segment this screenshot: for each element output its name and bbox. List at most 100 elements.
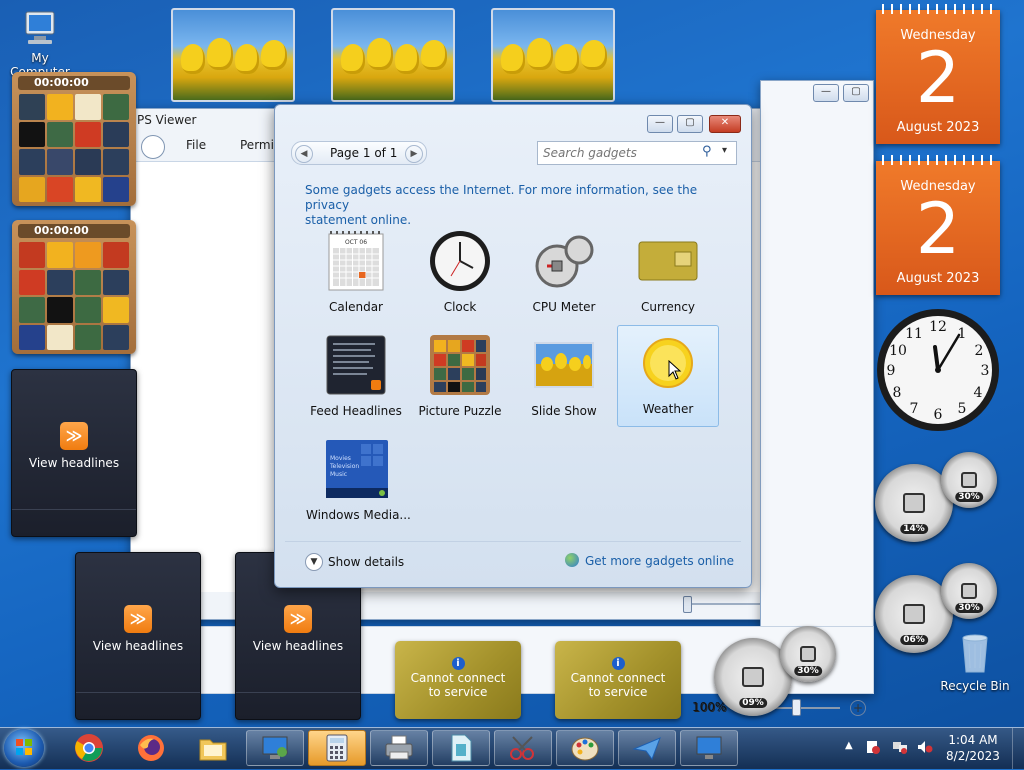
feed-headlines-gadget[interactable]: ≫ View headlines — [11, 369, 137, 537]
calendar-icon: OCT 06 — [325, 230, 387, 292]
svg-text:9: 9 — [887, 363, 896, 379]
volume-muted-icon[interactable] — [917, 740, 933, 754]
gadget-gallery-window[interactable]: — ▢ ✕ ◀ Page 1 of 1 ▶ ⚲ ▾ Some gadgets a… — [274, 104, 752, 588]
feed-headlines-gadget[interactable]: ≫ View headlines — [75, 552, 201, 720]
gadget-picture-puzzle[interactable]: Picture Puzzle — [409, 327, 511, 429]
search-icon[interactable]: ⚲ — [702, 144, 712, 159]
media-line: Movies — [330, 455, 351, 462]
windows-logo-icon — [16, 739, 32, 755]
page-label: Page 1 of 1 — [330, 146, 398, 160]
gadget-name: Calendar — [329, 300, 383, 314]
currency-icon — [637, 230, 699, 292]
gadget-name: Windows Media... — [306, 508, 411, 522]
clock-gadget[interactable]: 12 1 2 345 678 9 10 11 — [875, 307, 1001, 433]
cpu-meter-gadget[interactable]: 09% 30% — [714, 626, 839, 716]
zoom-thumb[interactable] — [683, 596, 692, 613]
gadget-feed-headlines[interactable]: Feed Headlines — [305, 327, 407, 429]
memory-percent: 30% — [955, 492, 983, 502]
gadget-currency[interactable]: Currency — [617, 223, 719, 325]
back-circle-icon[interactable] — [141, 135, 165, 159]
currency-error-line1: Cannot connect — [410, 671, 506, 685]
tray-clock[interactable]: 1:04 AM 8/2/2023 — [944, 732, 1002, 764]
svg-text:7: 7 — [910, 401, 919, 417]
tray-time: 1:04 AM — [948, 733, 998, 747]
calendar-gadget[interactable]: Wednesday 2 August 2023 — [876, 4, 1000, 144]
svg-text:6: 6 — [934, 407, 943, 423]
computer-icon — [262, 736, 288, 759]
taskbar-fax-scan[interactable] — [370, 730, 428, 766]
currency-gadget[interactable]: i Cannot connect to service — [555, 641, 681, 719]
show-hidden-icons[interactable]: ▲ — [845, 740, 853, 751]
network-icon[interactable] — [892, 740, 908, 754]
taskbar-remote-desktop[interactable] — [246, 730, 304, 766]
close-button[interactable]: ✕ — [709, 115, 741, 133]
calendar-rings — [882, 4, 994, 14]
currency-error-line1: Cannot connect — [570, 671, 666, 685]
view-headlines-label[interactable]: View headlines — [12, 456, 136, 470]
memory-chip-icon — [800, 646, 816, 662]
next-page-button[interactable]: ▶ — [405, 145, 423, 163]
maximize-button[interactable]: ▢ — [843, 84, 869, 102]
taskbar-chrome[interactable] — [60, 730, 118, 766]
feed-headlines-icon — [325, 334, 387, 396]
search-dropdown-icon[interactable]: ▾ — [722, 145, 727, 156]
picture-puzzle-gadget[interactable]: 00:00:00 — [12, 72, 136, 206]
taskbar-send-app[interactable] — [618, 730, 676, 766]
media-line: Music — [330, 471, 347, 478]
memory-percent: 30% — [955, 603, 983, 613]
taskbar-control-panel[interactable] — [680, 730, 738, 766]
taskbar-paint[interactable] — [556, 730, 614, 766]
chrome-icon — [75, 734, 103, 762]
privacy-notice-line1[interactable]: Some gadgets access the Internet. For mo… — [305, 183, 725, 213]
mouse-cursor-icon — [668, 359, 682, 383]
minimize-button[interactable]: — — [647, 115, 673, 133]
cpu-meter-gadget[interactable]: 06% 30% — [875, 563, 1000, 653]
recycle-bin-label: Recycle Bin — [940, 679, 1010, 693]
gadget-cpu-meter[interactable]: CPU Meter — [513, 223, 615, 325]
calendar-gadget[interactable]: Wednesday 2 August 2023 — [876, 155, 1000, 295]
gadget-slide-show[interactable]: Slide Show — [513, 327, 615, 429]
privacy-notice[interactable]: Some gadgets access the Internet. For mo… — [305, 183, 725, 228]
slideshow-gadget[interactable] — [331, 8, 455, 102]
my-computer-icon[interactable]: My Computer — [2, 8, 78, 79]
currency-error-line2: to service — [428, 685, 488, 699]
gadget-clock[interactable]: Clock — [409, 223, 511, 325]
maximize-button[interactable]: ▢ — [677, 115, 703, 133]
rss-icon: ≫ — [60, 422, 88, 450]
slideshow-gadget[interactable] — [491, 8, 615, 102]
taskbar-explorer[interactable] — [184, 730, 242, 766]
search-box[interactable]: ⚲ ▾ — [537, 141, 737, 165]
get-more-gadgets-label[interactable]: Get more gadgets online — [585, 554, 734, 568]
cpu-meter-gadget[interactable]: 14% 30% — [875, 452, 1000, 542]
zoom-in-icon[interactable]: + — [850, 700, 866, 716]
folder-icon — [199, 739, 227, 761]
taskbar-xps-viewer[interactable] — [432, 730, 490, 766]
previous-page-button[interactable]: ◀ — [295, 145, 313, 163]
minimize-button[interactable]: — — [813, 84, 839, 102]
taskbar-calculator[interactable] — [308, 730, 366, 766]
currency-error-line2: to service — [588, 685, 648, 699]
action-center-icon[interactable] — [866, 740, 880, 754]
gadget-weather[interactable]: Weather — [617, 325, 719, 427]
gadget-windows-media-center[interactable]: Movies Television Music Windows Media... — [305, 431, 411, 533]
second-window[interactable]: — ▢ 100% — [693, 80, 874, 715]
memory-chip-icon — [961, 472, 977, 488]
svg-text:5: 5 — [958, 401, 967, 417]
search-input[interactable] — [541, 144, 695, 162]
picture-puzzle-gadget[interactable]: 00:00:00 — [12, 220, 136, 354]
view-headlines-label[interactable]: View headlines — [236, 639, 360, 653]
memory-chip-icon — [961, 583, 977, 599]
taskbar-snipping-tool[interactable] — [494, 730, 552, 766]
cpu-meter-icon — [533, 230, 595, 292]
gadget-calendar[interactable]: OCT 06 Calendar — [305, 223, 407, 325]
cpu-chip-icon — [903, 493, 925, 513]
start-button[interactable] — [4, 729, 44, 767]
slide-show-icon — [533, 334, 595, 396]
slideshow-gadget[interactable] — [171, 8, 295, 102]
menu-file[interactable]: File — [186, 138, 206, 152]
calendar-day: 2 — [915, 188, 961, 270]
view-headlines-label[interactable]: View headlines — [76, 639, 200, 653]
currency-gadget[interactable]: i Cannot connect to service — [395, 641, 521, 719]
show-desktop-button[interactable] — [1012, 728, 1024, 769]
taskbar-firefox[interactable] — [122, 730, 180, 766]
